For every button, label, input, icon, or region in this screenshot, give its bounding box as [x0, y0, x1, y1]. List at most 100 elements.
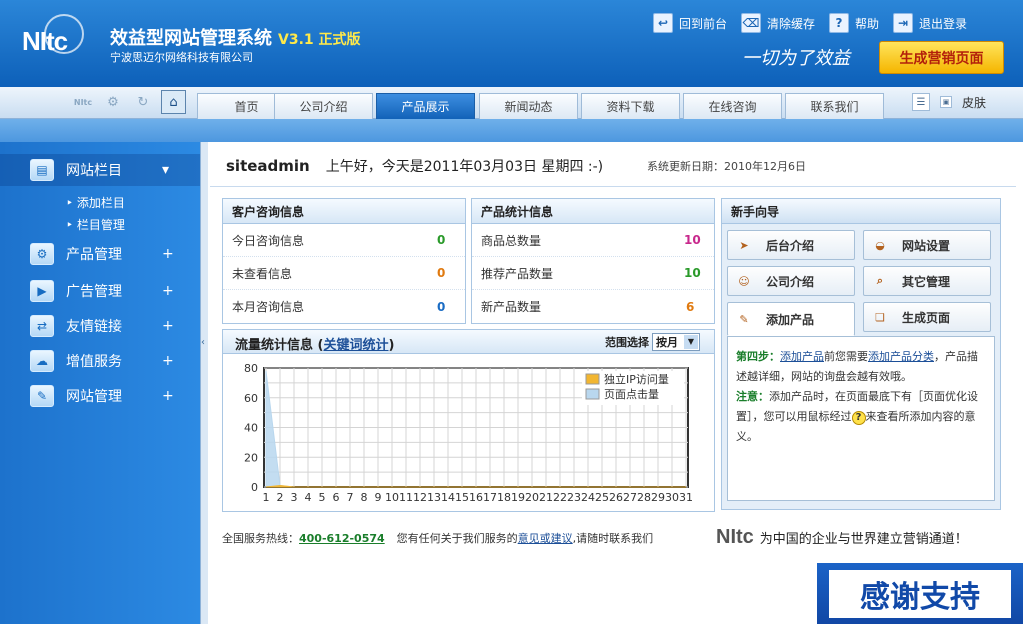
company-name: 宁波思迈尔网络科技有限公司 [110, 51, 253, 64]
sidebar-item-ads[interactable]: ▶ 广告管理 + [0, 275, 200, 307]
guide-title: 新手向导 [722, 199, 1000, 224]
welcome-bar: siteadmin 上午好，今天是2011年03月03日 星期四 :-) [226, 156, 603, 176]
sidebar-subitem-column-manage[interactable]: ‣ 栏目管理 [66, 216, 125, 233]
back-frontend-link[interactable]: ↩ 回到前台 [653, 12, 727, 34]
header: NItc 效益型网站管理系统 V3.1 正式版 宁波思迈尔网络科技有限公司 ↩ 回到… [0, 0, 1023, 87]
greeting-text: 上午好，今天是2011年03月03日 星期四 :-) [325, 159, 604, 175]
range-select[interactable]: 按月 ▼ [652, 333, 700, 351]
x-tick-label: 22 [553, 491, 567, 504]
y-tick-label: 40 [244, 422, 258, 435]
legend-label: 独立IP访问量 [604, 372, 669, 386]
home-icon[interactable]: ⌂ [161, 90, 186, 114]
guide-text: 第四步：添加产品前您需要添加产品分类，产品描述越详细，网站的询盘会越有效哦。 注… [727, 336, 995, 501]
logout-link[interactable]: ⇥ 退出登录 [893, 12, 967, 34]
tab-news[interactable]: 新闻动态 [479, 93, 578, 119]
sidebar-item-links[interactable]: ⇄ 友情链接 + [0, 310, 200, 342]
x-tick-label: 21 [539, 491, 553, 504]
x-tick-label: 18 [497, 491, 511, 504]
product-stats-row[interactable]: 推荐产品数量 10 [472, 257, 714, 290]
clear-cache-link[interactable]: ⌫ 清除缓存 [741, 12, 815, 34]
x-tick-label: 5 [319, 491, 326, 504]
product-stats-row[interactable]: 商品总数量 10 [472, 224, 714, 257]
pointer-icon: ➤ [739, 238, 749, 252]
feedback-link[interactable]: 意见或建议 [518, 532, 573, 545]
question-icon[interactable]: ? [851, 411, 866, 425]
x-tick-label: 6 [333, 491, 340, 504]
x-tick-label: 23 [567, 491, 581, 504]
x-tick-label: 19 [511, 491, 525, 504]
sidebar-subitem-add-column[interactable]: ‣ 添加栏目 [66, 194, 125, 211]
consult-row[interactable]: 未查看信息 0 [223, 257, 465, 290]
logout-icon: ⇥ [893, 13, 914, 33]
x-tick-label: 27 [623, 491, 637, 504]
guide-site-settings-button[interactable]: ◒ 网站设置 [863, 230, 991, 260]
tab-downloads[interactable]: 资料下载 [581, 93, 680, 119]
x-tick-label: 9 [375, 491, 382, 504]
plus-icon[interactable]: + [162, 318, 174, 334]
guide-add-product-button[interactable]: ✎ 添加产品 [727, 302, 855, 336]
skin-switcher[interactable]: ☰ ▣ 皮肤 [912, 93, 986, 111]
chevron-down-icon: ▼ [684, 335, 698, 349]
return-icon: ↩ [653, 13, 673, 33]
guide-other-manage-button[interactable]: ⌕ 其它管理 [863, 266, 991, 296]
site-manage-icon: ✎ [30, 385, 54, 407]
nitc-footer-logo: NItc [716, 526, 754, 548]
settings-icon: ◒ [875, 238, 885, 252]
x-tick-label: 7 [347, 491, 354, 504]
sidebar-item-site-manage[interactable]: ✎ 网站管理 + [0, 380, 200, 412]
x-tick-label: 28 [637, 491, 651, 504]
consult-row[interactable]: 本月咨询信息 0 [223, 290, 465, 323]
sidebar-item-services[interactable]: ☁ 增值服务 + [0, 345, 200, 377]
product-stats-title: 产品统计信息 [472, 199, 714, 224]
sidebar-item-products[interactable]: ⚙ 产品管理 + [0, 238, 200, 270]
update-date: 系统更新日期：2010年12月6日 [647, 160, 806, 173]
top-links: ↩ 回到前台 ⌫ 清除缓存 ? 帮助 ⇥ 退出登录 [653, 12, 967, 34]
add-product-link[interactable]: 添加产品 [780, 350, 824, 363]
tab-company[interactable]: 公司介绍 [274, 93, 373, 119]
guide-company-button[interactable]: ☺ 公司介绍 [727, 266, 855, 296]
x-tick-label: 11 [399, 491, 413, 504]
generate-marketing-page-button[interactable]: 生成营销页面 [879, 41, 1004, 74]
plus-icon[interactable]: + [162, 283, 174, 299]
plus-icon[interactable]: + [162, 246, 174, 262]
x-tick-label: 20 [525, 491, 539, 504]
plus-icon[interactable]: + [162, 353, 174, 369]
traffic-chart: 0204060801 2 3 4 5 6 7 8 9 10 11 12 13 14 15 16 17 18 19 20… [244, 362, 693, 504]
legend-label: 页面点击量 [604, 388, 659, 401]
chevron-down-icon[interactable]: ▾ [162, 162, 169, 178]
x-tick-label: 29 [651, 491, 665, 504]
generate-page-icon: ❏ [875, 310, 885, 324]
footer-tagline: 为中国的企业与世界建立营销通道！ [759, 532, 968, 547]
x-tick-label: 2 [277, 491, 284, 504]
sidebar-collapse-handle[interactable]: ‹ [200, 142, 208, 624]
list-icon[interactable]: ☰ [912, 93, 930, 111]
nitc-small-icon: NItc [73, 97, 93, 107]
sidebar-item-columns[interactable]: ▤ 网站栏目 ▾ [0, 154, 200, 186]
guide-backend-intro-button[interactable]: ➤ 后台介绍 [727, 230, 855, 260]
tab-consult[interactable]: 在线咨询 [683, 93, 782, 119]
column-icon: ▤ [30, 159, 54, 181]
refresh-icon[interactable]: ↻ [134, 93, 152, 111]
footer-hotline: 全国服务热线：400-612-0574 您有任何关于我们服务的意见或建议,请随时联… [222, 532, 654, 545]
add-category-link[interactable]: 添加产品分类 [868, 350, 934, 363]
tab-products[interactable]: 产品展示 [376, 93, 475, 119]
nitc-logo: NItc [22, 14, 96, 64]
traffic-panel: 流量统计信息 (关键词统计) 范围选择 按月 ▼ 0 20 40 60 80 1 2 3 4 5 6 7… [222, 329, 715, 512]
x-tick-label: 25 [595, 491, 609, 504]
range-selector: 范围选择 按月 ▼ [605, 333, 700, 351]
main-nav: NItc ⚙ ↻ ⌂ 首页 公司介绍 产品展示 新闻动态 资料下载 在线咨询 联… [0, 87, 1023, 119]
chevron-left-icon[interactable]: ‹ [201, 337, 205, 348]
gear-icon[interactable]: ⚙ [104, 93, 122, 111]
x-tick-label: 1 [263, 491, 270, 504]
hotline-number[interactable]: 400-612-0574 [299, 532, 385, 545]
help-link[interactable]: ? 帮助 [829, 12, 879, 34]
thanks-banner: 感谢支持 [817, 563, 1023, 624]
x-tick-label: 15 [455, 491, 469, 504]
guide-generate-page-button[interactable]: ❏ 生成页面 [863, 302, 991, 332]
keyword-stats-link[interactable]: 关键词统计 [323, 338, 388, 353]
x-tick-label: 26 [609, 491, 623, 504]
product-stats-row[interactable]: 新产品数量 6 [472, 290, 714, 323]
tab-contact[interactable]: 联系我们 [785, 93, 884, 119]
plus-icon[interactable]: + [162, 388, 174, 404]
consult-row[interactable]: 今日咨询信息 0 [223, 224, 465, 257]
